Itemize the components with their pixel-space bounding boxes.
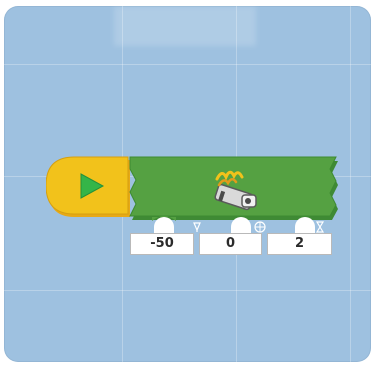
start-block[interactable] [46, 156, 130, 217]
hourglass-icon [315, 221, 325, 233]
app-frame: -50 0 2 [0, 0, 375, 366]
power-icon [193, 222, 201, 232]
grid-line [350, 6, 351, 362]
grid-line [4, 64, 371, 65]
program-block-sequence: -50 0 2 [46, 151, 346, 266]
programming-canvas[interactable]: -50 0 2 [4, 6, 371, 362]
motor-port-icon [254, 221, 266, 233]
grid-line [4, 290, 371, 291]
duration-value-field[interactable]: 2 [267, 233, 332, 255]
motor-port-value-field[interactable]: 0 [199, 233, 262, 255]
canvas-header-strip [114, 6, 256, 46]
power-value-field[interactable]: -50 [130, 233, 194, 255]
